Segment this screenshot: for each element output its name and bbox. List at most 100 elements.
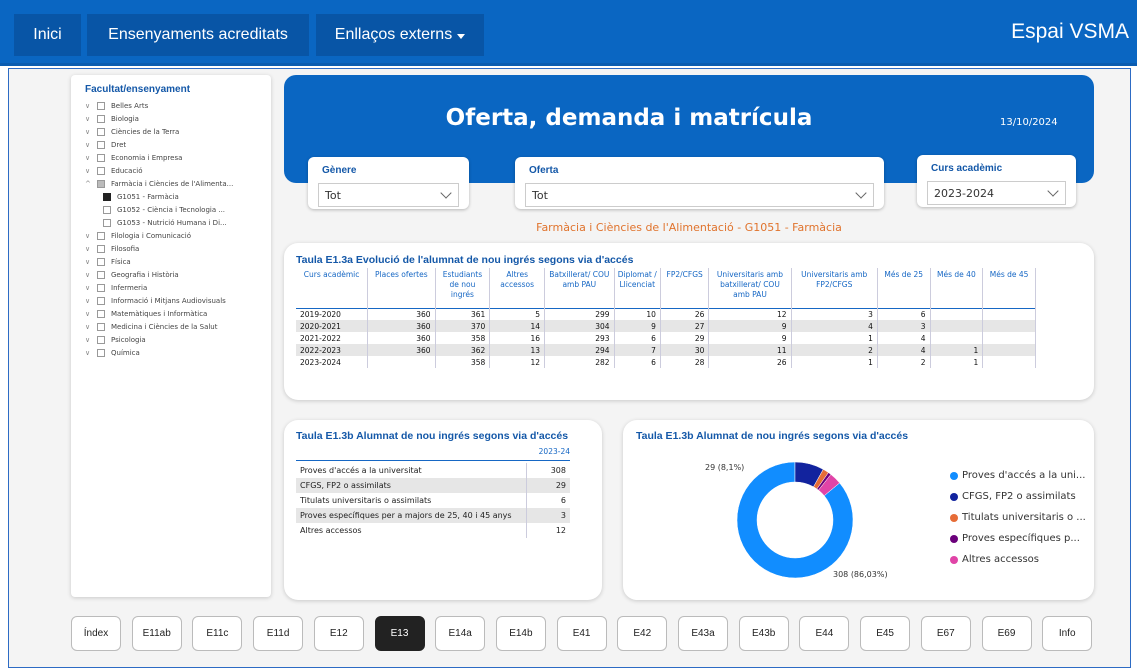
page-tab-button[interactable]: E14b xyxy=(495,616,546,651)
column-header[interactable]: Curs acadèmic xyxy=(296,268,369,308)
checkbox-icon[interactable] xyxy=(97,257,105,266)
column-header[interactable]: FP2/CFGS xyxy=(660,268,710,308)
checkbox-icon[interactable] xyxy=(97,309,105,318)
chevron-up-icon[interactable]: ^ xyxy=(85,180,97,188)
page-tab-button[interactable]: E12 xyxy=(313,616,364,651)
academic-year-dropdown[interactable]: 2023-2024 xyxy=(927,181,1066,205)
checkbox-icon[interactable] xyxy=(97,244,105,253)
column-header[interactable]: Universitaris amb FP2/CFGS xyxy=(791,268,878,308)
checkbox-icon[interactable] xyxy=(97,348,105,357)
slicer-item[interactable]: ^ Farmàcia i Ciències de l'Alimenta... xyxy=(85,177,271,190)
column-header[interactable]: Places ofertes xyxy=(367,268,436,308)
legend-item[interactable]: Proves específiques p... xyxy=(950,533,1080,544)
page-tab-button[interactable]: E45 xyxy=(860,616,911,651)
slicer-item[interactable]: ∨ Filosofia xyxy=(85,242,271,255)
column-header[interactable]: Batxillerat/ COU amb PAU xyxy=(544,268,615,308)
page-tab-button[interactable]: E67 xyxy=(920,616,971,651)
slicer-item[interactable]: ∨ Informació i Mitjans Audiovisuals xyxy=(85,294,271,307)
slicer-item[interactable]: ∨ Belles Arts xyxy=(85,99,271,112)
slicer-item[interactable]: ∨ Economia i Empresa xyxy=(85,151,271,164)
legend-item[interactable]: Proves d'accés a la uni... xyxy=(950,470,1085,481)
table-row: 2021-2022 360 358 16 293 6 29 9 1 4 xyxy=(296,332,1036,344)
checkbox-icon[interactable] xyxy=(103,192,111,201)
checkbox-icon[interactable] xyxy=(97,283,105,292)
page-tab-button[interactable]: E11ab xyxy=(131,616,182,651)
legend-item[interactable]: Titulats universitaris o ... xyxy=(950,512,1086,523)
checkbox-icon[interactable] xyxy=(97,179,105,188)
chevron-down-icon[interactable]: ∨ xyxy=(85,258,97,266)
page-tab-button[interactable]: E43b xyxy=(738,616,789,651)
chevron-down-icon[interactable]: ∨ xyxy=(85,128,97,136)
page-tab-button[interactable]: Info xyxy=(1042,616,1093,651)
page-tab-button[interactable]: E11c xyxy=(192,616,243,651)
chevron-down-icon[interactable]: ∨ xyxy=(85,115,97,123)
slicer-item[interactable]: ∨ Infermeria xyxy=(85,281,271,294)
checkbox-icon[interactable] xyxy=(97,335,105,344)
slicer-item[interactable]: G1051 - Farmàcia xyxy=(85,190,271,203)
column-header[interactable]: Altres accessos xyxy=(489,268,546,308)
table-cell xyxy=(982,356,1036,368)
checkbox-icon[interactable] xyxy=(103,218,111,227)
checkbox-icon[interactable] xyxy=(97,127,105,136)
chevron-down-icon[interactable]: ∨ xyxy=(85,167,97,175)
page-tab-button[interactable]: E11d xyxy=(253,616,304,651)
slicer-item[interactable]: ∨ Medicina i Ciències de la Salut xyxy=(85,320,271,333)
slicer-item[interactable]: ∨ Dret xyxy=(85,138,271,151)
checkbox-icon[interactable] xyxy=(97,296,105,305)
chevron-down-icon[interactable]: ∨ xyxy=(85,323,97,331)
checkbox-icon[interactable] xyxy=(97,270,105,279)
chevron-down-icon[interactable]: ∨ xyxy=(85,349,97,357)
slicer-item[interactable]: ∨ Biologia xyxy=(85,112,271,125)
slicer-item[interactable]: ∨ Geografia i Història xyxy=(85,268,271,281)
page-tab-button[interactable]: E41 xyxy=(556,616,607,651)
column-header[interactable]: Universitaris amb batxillerat/ COU amb P… xyxy=(708,268,792,308)
legend-item[interactable]: Altres accessos xyxy=(950,554,1039,565)
slicer-item[interactable]: ∨ Educació xyxy=(85,164,271,177)
nav-links-dropdown[interactable]: Enllaços externs xyxy=(316,14,484,56)
chevron-down-icon[interactable]: ∨ xyxy=(85,297,97,305)
slicer-item[interactable]: ∨ Matemàtiques i Informàtica xyxy=(85,307,271,320)
table-cell: 2021-2022 xyxy=(296,332,369,344)
checkbox-icon[interactable] xyxy=(103,205,111,214)
checkbox-icon[interactable] xyxy=(97,231,105,240)
slicer-item[interactable]: ∨ Química xyxy=(85,346,271,359)
slicer-item[interactable]: ∨ Ciències de la Terra xyxy=(85,125,271,138)
column-header[interactable]: Més de 25 xyxy=(877,268,931,308)
chevron-down-icon[interactable]: ∨ xyxy=(85,336,97,344)
checkbox-icon[interactable] xyxy=(97,140,105,149)
page-tab-button[interactable]: E14a xyxy=(435,616,486,651)
chevron-down-icon[interactable]: ∨ xyxy=(85,141,97,149)
page-tab-button[interactable]: Índex xyxy=(71,616,121,651)
nav-accredited-button[interactable]: Ensenyaments acreditats xyxy=(87,14,309,56)
slicer-item[interactable]: ∨ Filologia i Comunicació xyxy=(85,229,271,242)
page-tab-button[interactable]: E44 xyxy=(799,616,850,651)
chevron-down-icon[interactable]: ∨ xyxy=(85,284,97,292)
checkbox-icon[interactable] xyxy=(97,166,105,175)
chevron-down-icon[interactable]: ∨ xyxy=(85,271,97,279)
checkbox-icon[interactable] xyxy=(97,153,105,162)
page-tab-button[interactable]: E43a xyxy=(678,616,728,651)
checkbox-icon[interactable] xyxy=(97,101,105,110)
slicer-item[interactable]: G1053 - Nutrició Humana i Di... xyxy=(85,216,271,229)
checkbox-icon[interactable] xyxy=(97,322,105,331)
checkbox-icon[interactable] xyxy=(97,114,105,123)
chevron-down-icon[interactable]: ∨ xyxy=(85,245,97,253)
column-header[interactable]: Diplomat / Llicenciat xyxy=(614,268,661,308)
column-header[interactable]: Més de 45 xyxy=(982,268,1036,308)
chevron-down-icon[interactable]: ∨ xyxy=(85,154,97,162)
chevron-down-icon[interactable]: ∨ xyxy=(85,102,97,110)
chevron-down-icon[interactable]: ∨ xyxy=(85,310,97,318)
page-tab-button[interactable]: E69 xyxy=(981,616,1032,651)
chevron-down-icon[interactable]: ∨ xyxy=(85,232,97,240)
page-tab-button[interactable]: E13 xyxy=(374,616,425,651)
offer-dropdown[interactable]: Tot xyxy=(525,183,874,207)
column-header[interactable]: Estudiants de nou ingrés xyxy=(435,268,491,308)
legend-item[interactable]: CFGS, FP2 o assimilats xyxy=(950,491,1076,502)
column-header[interactable]: Més de 40 xyxy=(930,268,984,308)
gender-dropdown[interactable]: Tot xyxy=(318,183,459,207)
slicer-item[interactable]: G1052 - Ciència i Tecnologia ... xyxy=(85,203,271,216)
slicer-item[interactable]: ∨ Psicologia xyxy=(85,333,271,346)
slicer-item[interactable]: ∨ Física xyxy=(85,255,271,268)
page-tab-button[interactable]: E42 xyxy=(617,616,668,651)
nav-home-button[interactable]: Inici xyxy=(14,14,81,56)
